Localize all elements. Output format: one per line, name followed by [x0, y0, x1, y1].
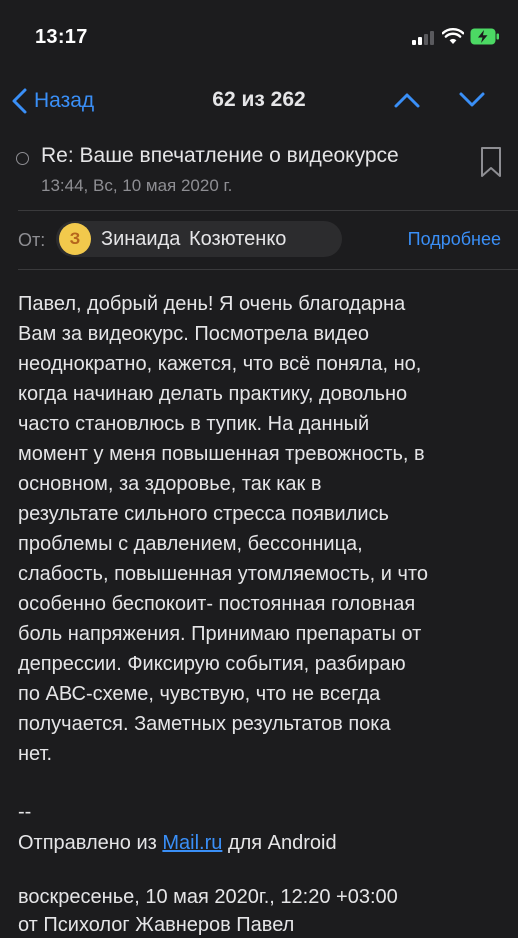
- message-body: Павел, добрый день! Я очень благодарна Ва…: [18, 289, 502, 769]
- unread-indicator-icon[interactable]: [16, 152, 29, 165]
- chevron-left-icon: [12, 88, 27, 114]
- message-header: Re: Ваше впечатление о видеокурсе 13:44,…: [0, 140, 518, 210]
- message-counter: 62 из 262: [212, 88, 306, 111]
- sender-chip[interactable]: З Зинаида Козютенко: [56, 221, 342, 257]
- next-message-chevron-down-icon[interactable]: [458, 88, 486, 112]
- signature-separator: --: [18, 801, 32, 823]
- mailru-link[interactable]: Mail.ru: [162, 832, 222, 854]
- sender-name: Зинаида Козютенко: [101, 227, 287, 250]
- body-line: получается. Заметных результатов пока: [18, 713, 391, 735]
- signature-suffix: для Android: [222, 832, 337, 854]
- body-line: боль напряжения. Принимаю препараты от: [18, 623, 422, 645]
- back-label: Назад: [34, 89, 95, 112]
- wifi-icon: [442, 28, 464, 44]
- sender-row: От: З Зинаида Козютенко Подробнее: [0, 215, 518, 265]
- body-line: когда начинаю делать практику, довольно: [18, 383, 408, 405]
- previous-message-chevron-up-icon[interactable]: [393, 88, 421, 112]
- body-line: проблемы с давлением, бессонница,: [18, 533, 363, 555]
- body-line: по АВС-схеме, чувствую, что не всегда: [18, 683, 381, 705]
- body-line: особенно беспокоит- постоянная головная: [18, 593, 416, 615]
- signature-prefix: Отправлено из: [18, 832, 163, 854]
- status-bar: 13:17: [0, 0, 518, 72]
- bookmark-icon[interactable]: [480, 146, 502, 178]
- quote-header: воскресенье, 10 мая 2020г., 12:20 +03:00: [18, 886, 398, 908]
- body-line: часто становлюсь в тупик. На данный: [18, 413, 370, 435]
- body-line: основном, за здоровье, так как в: [18, 473, 322, 495]
- signature-line: Отправлено из Mail.ru для Android: [18, 830, 337, 856]
- message-subject: Re: Ваше впечатление о видеокурсе: [41, 144, 399, 167]
- avatar: З: [59, 223, 91, 255]
- from-label: От:: [18, 230, 46, 250]
- body-line: результате сильного стресса появились: [18, 503, 389, 525]
- body-line: неоднократно, кажется, что всё поняла, н…: [18, 353, 422, 375]
- back-button[interactable]: Назад: [10, 84, 94, 118]
- body-line: депрессии. Фиксирую события, разбираю: [18, 653, 406, 675]
- body-line: момент у меня повышенная тревожность, в: [18, 443, 425, 465]
- divider: [18, 210, 518, 211]
- details-link[interactable]: Подробнее: [408, 229, 501, 250]
- status-time: 13:17: [35, 26, 88, 48]
- message-date: 13:44, Вс, 10 мая 2020 г.: [41, 176, 233, 195]
- body-line: слабость, повышенная утомляемость, и что: [18, 563, 428, 585]
- quote-from: от Психолог Жавнеров Павел: [18, 914, 295, 936]
- body-line: Павел, добрый день! Я очень благодарна: [18, 293, 406, 315]
- cellular-signal-icon: [412, 31, 436, 45]
- body-line: нет.: [18, 743, 53, 765]
- body-line: Вам за видеокурс. Посмотрела видео: [18, 323, 370, 345]
- divider: [18, 269, 518, 270]
- battery-charging-icon: [470, 28, 499, 45]
- navigation-bar: Назад 62 из 262: [0, 72, 518, 130]
